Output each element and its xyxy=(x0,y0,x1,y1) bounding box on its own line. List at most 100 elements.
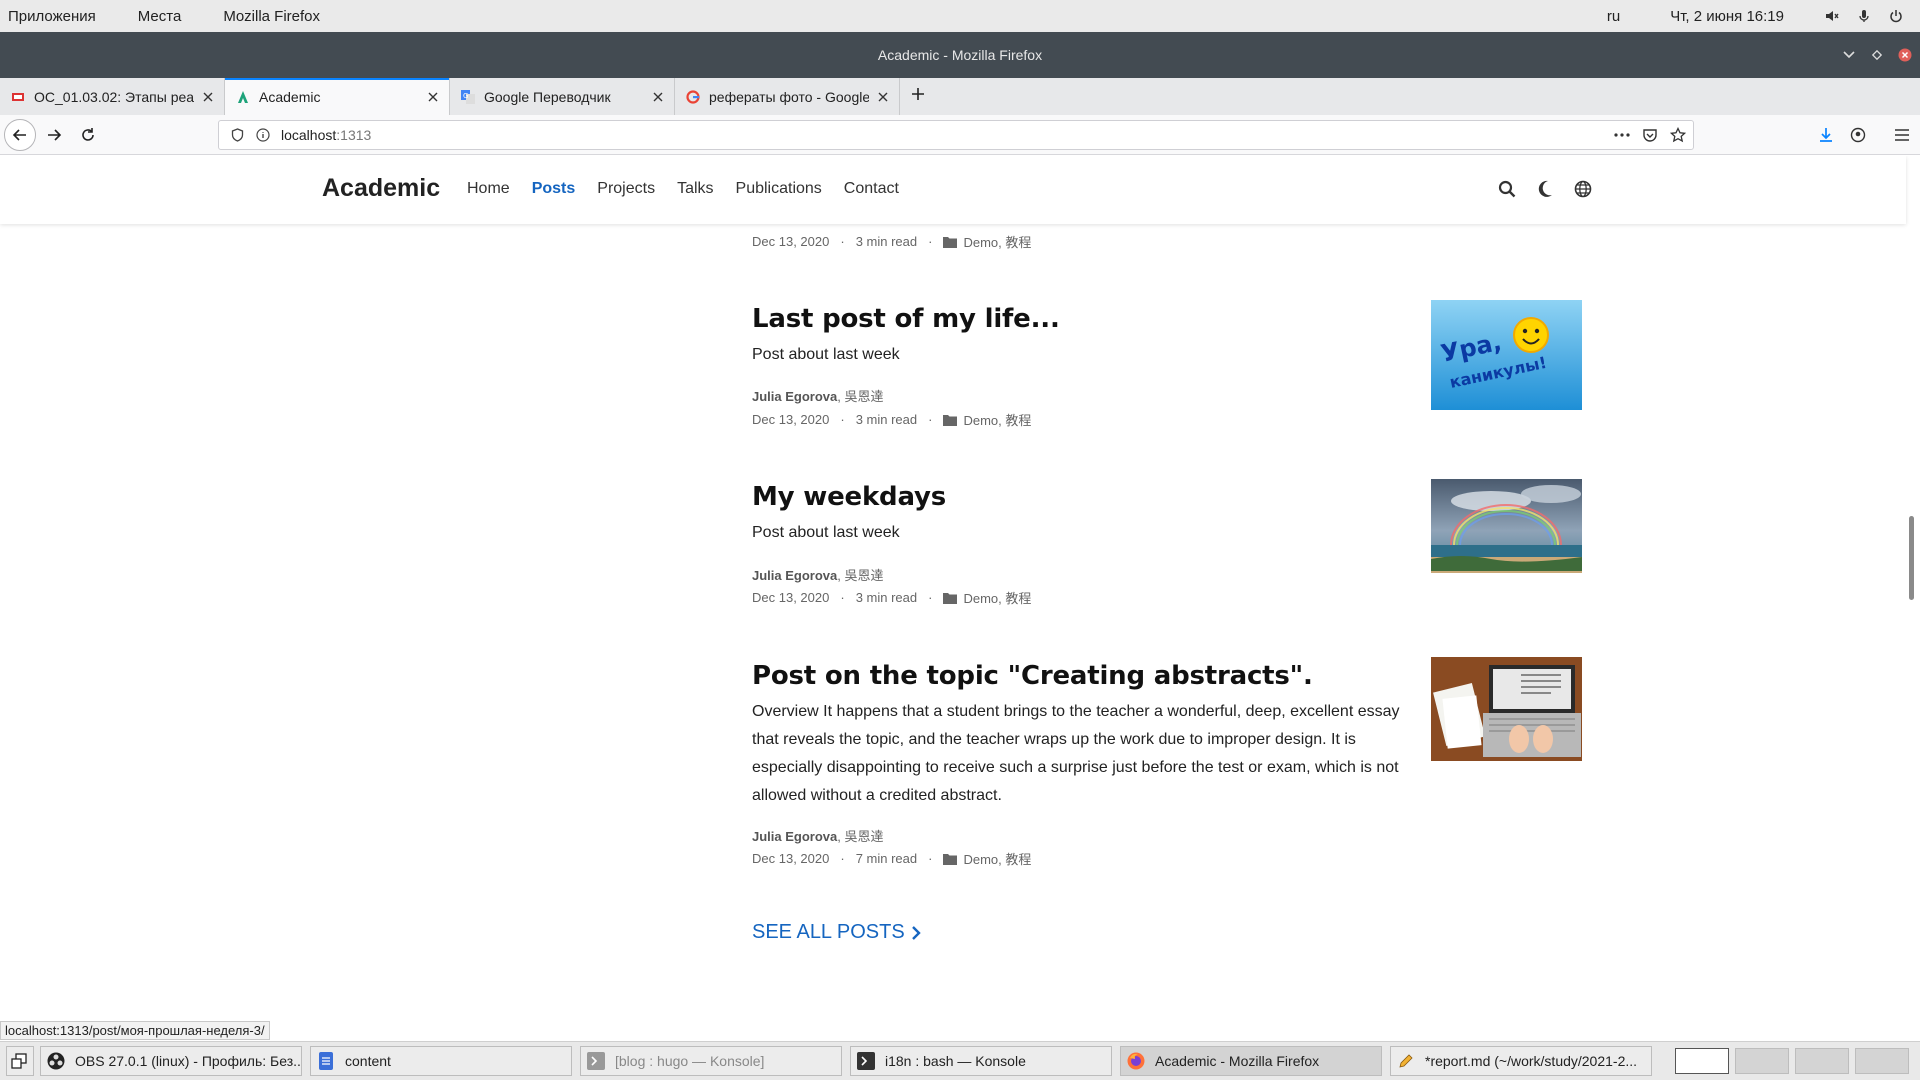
power-icon[interactable] xyxy=(1888,8,1904,24)
taskbar-item-editor[interactable]: *report.md (~/work/study/2021-2... xyxy=(1390,1046,1652,1076)
post-title[interactable]: My weekdays xyxy=(752,482,946,512)
tab-title: рефераты фото - Google xyxy=(709,88,869,105)
clock[interactable]: Чт, 2 июня 16:19 xyxy=(1670,8,1784,25)
page-actions-menu-icon[interactable] xyxy=(1613,126,1631,144)
close-tab-icon[interactable] xyxy=(650,89,666,105)
plus-icon xyxy=(911,87,925,106)
tab-title: ОС_01.03.02: Этапы реал xyxy=(34,88,194,105)
hamburger-menu-icon[interactable] xyxy=(1892,125,1912,145)
page-viewport[interactable]: Academic Home Posts Projects Talks Publi… xyxy=(0,156,1920,1041)
academic-favicon-icon xyxy=(235,89,251,105)
close-tab-icon[interactable] xyxy=(875,89,891,105)
account-icon[interactable] xyxy=(1848,125,1868,145)
url-text[interactable]: localhost:1313 xyxy=(281,127,371,143)
author-link[interactable]: Julia Egorova xyxy=(752,568,837,583)
taskbar-item-content[interactable]: content xyxy=(310,1046,572,1076)
taskbar-item-firefox[interactable]: Academic - Mozilla Firefox xyxy=(1120,1046,1382,1076)
post-categories[interactable]: Demo, 教程 xyxy=(963,232,1031,251)
taskbar-item-label: i18n : bash — Konsole xyxy=(885,1053,1026,1069)
nav-link-projects[interactable]: Projects xyxy=(597,180,655,198)
bookmark-star-icon[interactable] xyxy=(1669,126,1687,144)
site-brand[interactable]: Academic xyxy=(322,174,440,203)
close-tab-icon[interactable] xyxy=(425,89,441,105)
meta-separator: · xyxy=(928,412,933,427)
taskbar-item-obs[interactable]: OBS 27.0.1 (linux) - Профиль: Без... xyxy=(40,1046,302,1076)
maximize-window-icon[interactable] xyxy=(1868,46,1886,64)
post-authors: Julia Egorova, 吳恩達 xyxy=(752,826,883,845)
tab-title: Academic xyxy=(259,88,321,105)
dark-mode-moon-icon[interactable] xyxy=(1534,178,1556,200)
back-button[interactable] xyxy=(4,118,36,151)
google-translate-favicon-icon: G xyxy=(460,89,476,105)
firefox-icon xyxy=(1127,1052,1145,1070)
post-meta: Dec 13, 2020 · 7 min read · Demo, 教程 xyxy=(752,849,1031,868)
site-header: Academic Home Posts Projects Talks Publi… xyxy=(0,156,1906,224)
author-link[interactable]: Julia Egorova xyxy=(752,389,837,404)
post-title[interactable]: Post on the topic "Creating abstracts". xyxy=(752,661,1313,691)
post-summary[interactable]: Post about last week xyxy=(752,341,1402,369)
tab-title: Google Переводчик xyxy=(484,88,611,105)
svg-text:G: G xyxy=(463,92,468,100)
workspace-4[interactable] xyxy=(1855,1048,1909,1074)
nav-link-publications[interactable]: Publications xyxy=(736,180,822,198)
downloads-icon[interactable] xyxy=(1816,125,1836,145)
coauthor: , 吳恩達 xyxy=(837,829,884,844)
places-menu[interactable]: Места xyxy=(130,8,182,25)
post-summary[interactable]: Overview It happens that a student bring… xyxy=(752,698,1402,810)
author-link[interactable]: Julia Egorova xyxy=(752,829,837,844)
language-globe-icon[interactable] xyxy=(1572,178,1594,200)
minimize-window-icon[interactable] xyxy=(1840,46,1858,64)
see-all-posts-link[interactable]: SEE ALL POSTS xyxy=(752,921,921,944)
taskbar-item-konsole-blog[interactable]: [blog : hugo — Konsole] xyxy=(580,1046,842,1076)
nav-link-home[interactable]: Home xyxy=(467,180,510,198)
post-summary[interactable]: Post about last week xyxy=(752,519,1402,547)
post-thumbnail-rainbow[interactable] xyxy=(1431,479,1582,573)
tab-academic[interactable]: Academic xyxy=(225,78,450,115)
window-titlebar[interactable]: Academic - Mozilla Firefox xyxy=(0,32,1920,78)
show-desktop-button[interactable] xyxy=(6,1046,34,1076)
pocket-icon[interactable] xyxy=(1641,126,1659,144)
post-categories[interactable]: Demo, 教程 xyxy=(963,410,1031,429)
post-title[interactable]: Last post of my life... xyxy=(752,304,1060,334)
active-app-label[interactable]: Mozilla Firefox xyxy=(215,8,320,25)
workspace-1[interactable] xyxy=(1675,1048,1729,1074)
microphone-icon[interactable] xyxy=(1856,8,1872,24)
tab-google-translate[interactable]: G Google Переводчик xyxy=(450,78,675,115)
post-date: Dec 13, 2020 xyxy=(752,412,830,427)
post-thumbnail-laptop-desk[interactable] xyxy=(1431,657,1582,761)
post-read-time: 7 min read xyxy=(855,851,918,866)
meta-separator: · xyxy=(928,851,933,866)
post-thumbnail-vacation[interactable]: Ура, каникулы! xyxy=(1431,300,1582,410)
post-read-time: 3 min read xyxy=(855,234,918,249)
coauthor: , 吳恩達 xyxy=(837,389,884,404)
nav-link-posts[interactable]: Posts xyxy=(532,180,576,198)
search-icon[interactable] xyxy=(1496,178,1518,200)
forward-button[interactable] xyxy=(38,119,70,151)
site-nav: Home Posts Projects Talks Publications C… xyxy=(467,180,921,198)
site-info-icon[interactable] xyxy=(255,127,271,143)
tab-google-search[interactable]: рефераты фото - Google xyxy=(675,78,900,115)
address-bar[interactable]: localhost:1313 xyxy=(218,120,1694,150)
url-port: :1313 xyxy=(336,127,372,143)
workspace-2[interactable] xyxy=(1735,1048,1789,1074)
reload-button[interactable] xyxy=(72,119,104,151)
tab-os-course[interactable]: ОС_01.03.02: Этапы реал xyxy=(0,78,225,115)
new-tab-button[interactable] xyxy=(900,78,936,115)
tracking-shield-icon[interactable] xyxy=(229,127,245,143)
applications-menu[interactable]: Приложения xyxy=(0,8,96,25)
nav-link-talks[interactable]: Talks xyxy=(677,180,713,198)
post-categories[interactable]: Demo, 教程 xyxy=(963,849,1031,868)
taskbar-item-konsole-i18n[interactable]: i18n : bash — Konsole xyxy=(850,1046,1112,1076)
show-desktop-icon xyxy=(11,1053,27,1069)
keyboard-layout-indicator[interactable]: ru xyxy=(1607,8,1620,25)
meta-separator: · xyxy=(840,234,845,249)
close-tab-icon[interactable] xyxy=(200,89,216,105)
page-scrollbar-thumb[interactable] xyxy=(1909,516,1914,600)
volume-muted-icon[interactable] xyxy=(1824,8,1840,24)
close-window-icon[interactable] xyxy=(1896,46,1914,64)
meta-separator: · xyxy=(928,590,933,605)
workspace-3[interactable] xyxy=(1795,1048,1849,1074)
meta-separator: · xyxy=(840,590,845,605)
post-categories[interactable]: Demo, 教程 xyxy=(963,588,1031,607)
nav-link-contact[interactable]: Contact xyxy=(844,180,899,198)
